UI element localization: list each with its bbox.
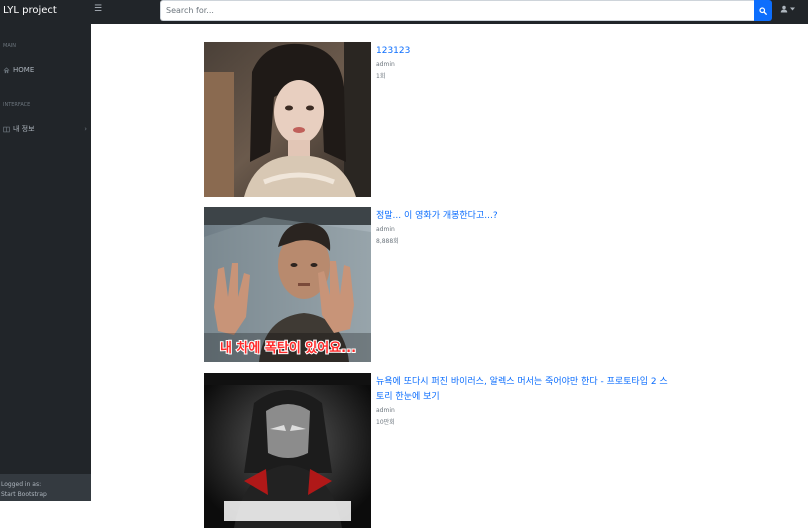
thumbnail-image [204,42,371,197]
search-input[interactable] [160,0,754,21]
thumbnail-image [204,373,371,528]
video-author: admin [376,407,395,414]
sidebar-toggle-icon[interactable]: ☰ [94,4,102,14]
sidebar-item-label: HOME [13,66,35,74]
thumbnail-image: 내 차에 폭탄이 있어요... [204,207,371,362]
video-thumbnail[interactable] [204,42,371,197]
search-form [160,0,772,21]
columns-icon [3,126,10,132]
user-icon [780,5,788,13]
video-card: 뉴욕에 또다시 퍼진 바이러스, 알렉스 머서는 죽어야만 한다 - 프로토타입… [204,373,674,528]
caret-down-icon [790,7,795,11]
logged-in-label: Logged in as: [1,481,42,488]
search-button[interactable] [754,0,772,21]
thumbnail-caption: 내 차에 폭탄이 있어요... [220,340,356,356]
video-title-link[interactable]: 정말... 이 영화가 개봉한다고...? [376,209,672,224]
chevron-right-icon: › [84,125,87,133]
video-title-link[interactable]: 123123 [376,44,672,59]
search-icon [759,6,767,15]
video-views: 10만회 [376,419,395,426]
sidebar-heading-main: MAIN [3,43,16,49]
sidebar-item-my-info[interactable]: 내 정보 › [3,124,87,134]
video-thumbnail[interactable]: 내 차에 폭탄이 있어요... [204,207,371,362]
home-icon [3,66,10,73]
video-author: admin [376,226,395,233]
video-meta: 뉴욕에 또다시 퍼진 바이러스, 알렉스 머서는 죽어야만 한다 - 프로토타입… [376,375,672,429]
video-title-link[interactable]: 뉴욕에 또다시 퍼진 바이러스, 알렉스 머서는 죽어야만 한다 - 프로토타입… [376,375,672,405]
top-navbar: LYL project ☰ [0,0,808,24]
sidebar-item-home[interactable]: HOME [3,66,87,74]
sidebar-item-label: 내 정보 [13,125,35,133]
video-views: 8,888회 [376,238,399,245]
logged-in-user: Start Bootstrap [1,491,47,498]
video-card: 내 차에 폭탄이 있어요... 정말... 이 영화가 개봉한다고...? ad… [204,207,674,362]
video-meta: 정말... 이 영화가 개봉한다고...? admin 8,888회 [376,209,672,248]
sidebar-heading-interface: INTERFACE [3,102,31,108]
sidebar: MAIN HOME INTERFACE 내 정보 › Logged in as:… [0,24,91,501]
video-meta: 123123 admin 1회 [376,44,672,83]
user-dropdown[interactable] [780,5,795,13]
video-author: admin [376,61,395,68]
video-views: 1회 [376,73,386,80]
video-card: 123123 admin 1회 [204,42,674,197]
brand-link[interactable]: LYL project [3,5,57,16]
video-thumbnail[interactable] [204,373,371,528]
sidebar-footer: Logged in as: Start Bootstrap [0,474,91,501]
